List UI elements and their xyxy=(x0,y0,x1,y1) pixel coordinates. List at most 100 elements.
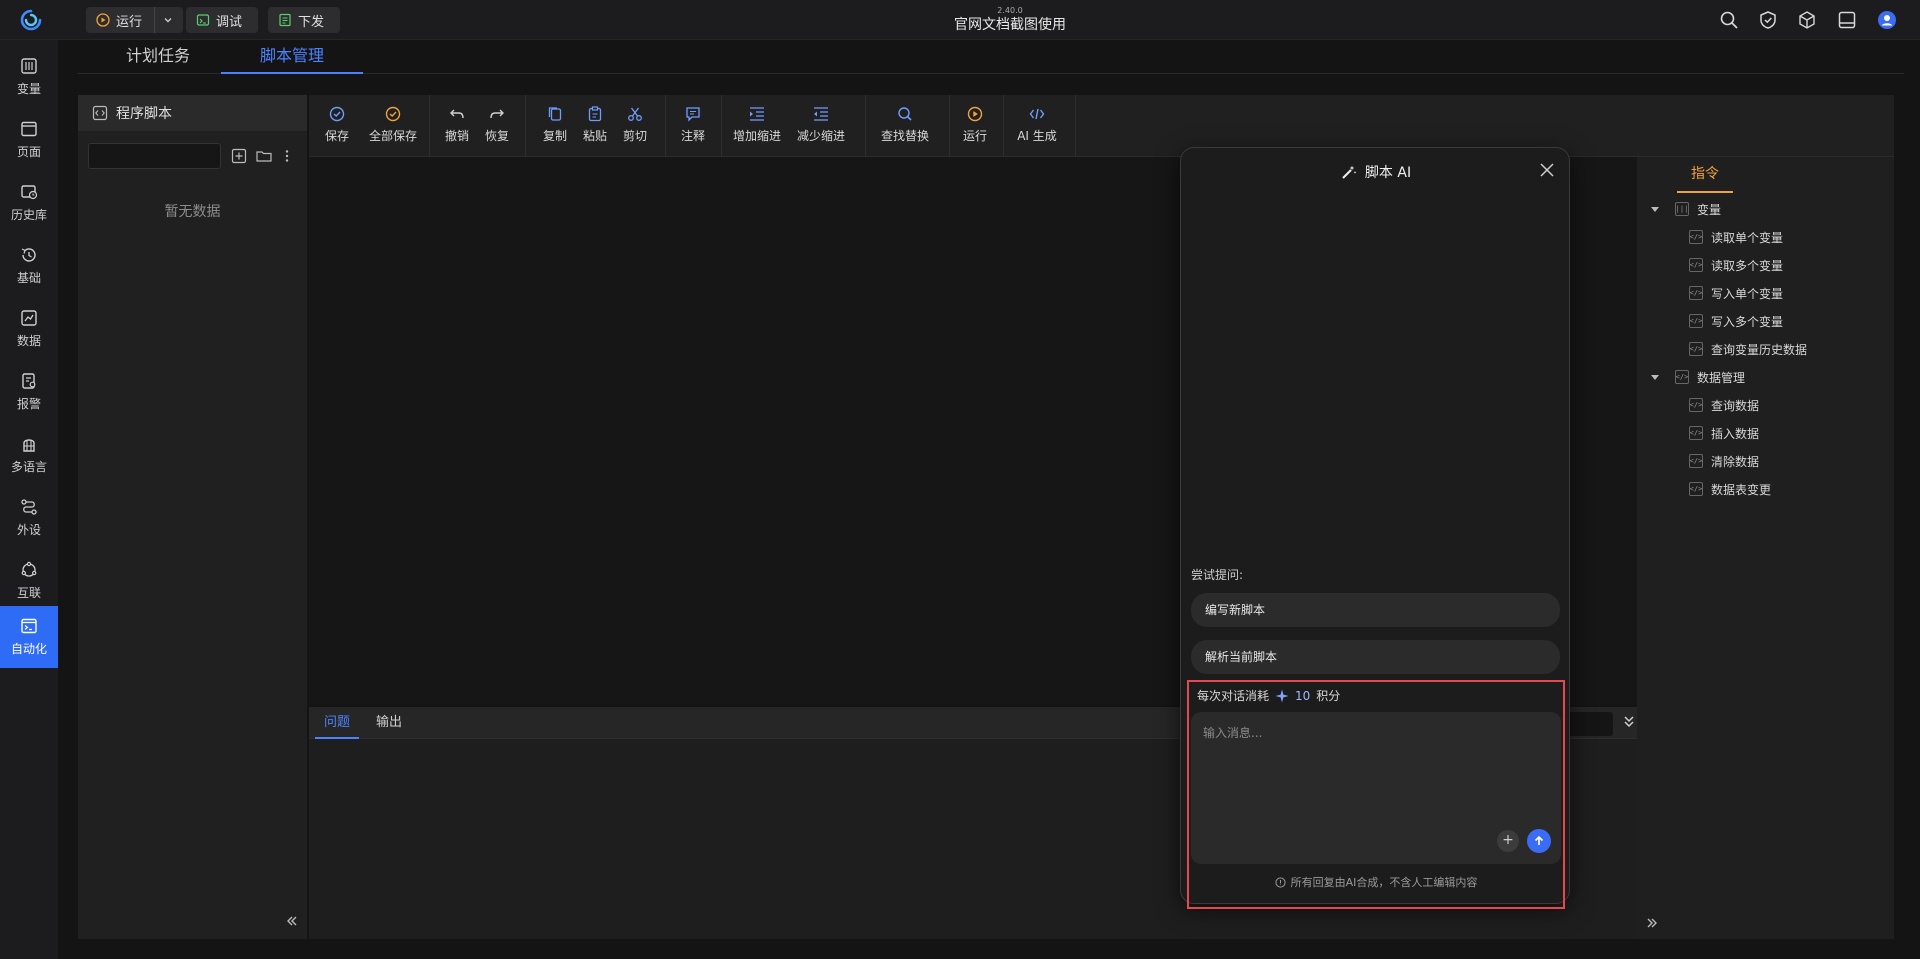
find-replace-button[interactable]: 查找替换 xyxy=(875,105,935,144)
comment-label: 注释 xyxy=(680,129,705,143)
ai-generate-button[interactable]: AI 生成 xyxy=(1009,105,1065,144)
command-item[interactable]: </> 数据表变更 xyxy=(1689,479,1771,499)
command-item[interactable]: </> 查询变量历史数据 xyxy=(1689,339,1807,359)
nav-label: 历史库 xyxy=(10,208,47,222)
nav-item-variables[interactable]: 变量 xyxy=(0,46,58,108)
redo-button[interactable]: 恢复 xyxy=(473,105,521,144)
add-script-icon[interactable] xyxy=(230,147,248,165)
command-label: 读取单个变量 xyxy=(1711,230,1784,245)
panel-layout-icon[interactable] xyxy=(1837,10,1857,30)
command-item[interactable]: </> 插入数据 xyxy=(1689,423,1759,443)
nav-item-language[interactable]: 多语言 xyxy=(0,424,58,486)
magic-wand-icon xyxy=(1341,164,1357,180)
indent-button[interactable]: 增加缩进 xyxy=(727,105,787,144)
ai-code-icon xyxy=(1028,105,1046,123)
message-input-box[interactable]: 输入消息... + xyxy=(1191,712,1561,864)
command-item[interactable]: </> 读取单个变量 xyxy=(1689,227,1783,247)
cost-value: 10 xyxy=(1295,688,1311,703)
toolbar-divider xyxy=(429,95,430,157)
nav-item-data[interactable]: 数据 xyxy=(0,298,58,360)
user-avatar-icon[interactable] xyxy=(1877,10,1897,30)
expand-right-icon[interactable] xyxy=(1643,914,1661,932)
nav-item-automation[interactable]: 自动化 xyxy=(0,606,58,668)
collapse-left-icon[interactable] xyxy=(283,912,301,930)
toolbar-divider xyxy=(721,95,722,157)
ai-disclaimer: 所有回复由AI合成，不含人工编辑内容 xyxy=(1181,874,1571,890)
caret-down-icon xyxy=(1651,374,1659,380)
group-label: 数据管理 xyxy=(1697,370,1746,385)
command-label: 清除数据 xyxy=(1711,454,1760,469)
suggestion-analyze-current-script[interactable]: 解析当前脚本 xyxy=(1191,640,1560,674)
command-group-variables[interactable]: ||| 变量 xyxy=(1651,199,1721,219)
tab-problems[interactable]: 问题 xyxy=(315,707,359,739)
history-db-icon xyxy=(20,183,38,201)
shield-check-icon[interactable] xyxy=(1758,10,1778,30)
command-item[interactable]: </> 读取多个变量 xyxy=(1689,255,1783,275)
play-circle-icon xyxy=(966,105,984,123)
caret-down-icon xyxy=(1651,206,1659,212)
undo-label: 撤销 xyxy=(444,129,469,143)
command-group-data-management[interactable]: </> 数据管理 xyxy=(1651,367,1745,387)
save-label: 保存 xyxy=(324,129,349,143)
save-all-icon xyxy=(384,105,402,123)
toolbar-divider xyxy=(1075,95,1076,157)
peripheral-icon xyxy=(20,498,38,516)
cut-button[interactable]: 剪切 xyxy=(611,105,659,144)
folder-icon[interactable] xyxy=(255,147,273,165)
comment-icon xyxy=(684,105,702,123)
arrow-up-icon xyxy=(1533,835,1545,847)
save-all-button[interactable]: 全部保存 xyxy=(363,105,423,144)
outdent-icon xyxy=(812,105,830,123)
nav-item-basic[interactable]: 基础 xyxy=(0,235,58,297)
run-script-button[interactable]: 运行 xyxy=(951,105,999,144)
script-search-input[interactable] xyxy=(88,143,221,169)
add-attachment-button[interactable]: + xyxy=(1497,830,1519,852)
outdent-label: 减少缩进 xyxy=(796,129,845,143)
code-icon: </> xyxy=(1689,230,1703,244)
nav-label: 自动化 xyxy=(10,642,47,656)
command-item[interactable]: </> 写入单个变量 xyxy=(1689,283,1783,303)
outdent-button[interactable]: 减少缩进 xyxy=(791,105,851,144)
save-icon xyxy=(328,105,346,123)
command-item[interactable]: </> 清除数据 xyxy=(1689,451,1759,471)
code-icon xyxy=(92,105,108,121)
toolbar-divider xyxy=(865,95,866,157)
nav-item-pages[interactable]: 页面 xyxy=(0,109,58,171)
code-icon: </> xyxy=(1689,314,1703,328)
nav-item-alarm[interactable]: 报警 xyxy=(0,361,58,423)
tab-script-management[interactable]: 脚本管理 xyxy=(221,40,363,74)
command-item[interactable]: </> 写入多个变量 xyxy=(1689,311,1783,331)
save-button[interactable]: 保存 xyxy=(313,105,361,144)
comment-button[interactable]: 注释 xyxy=(669,105,717,144)
nav-item-peripheral[interactable]: 外设 xyxy=(0,487,58,549)
nav-item-history-db[interactable]: 历史库 xyxy=(0,172,58,234)
toolbar-divider xyxy=(665,95,666,157)
tab-scheduled-tasks[interactable]: 计划任务 xyxy=(87,40,229,74)
send-button[interactable] xyxy=(1527,829,1551,853)
tab-commands[interactable]: 指令 xyxy=(1677,157,1733,193)
cut-label: 剪切 xyxy=(622,129,647,143)
toolbar-divider xyxy=(949,95,950,157)
chevron-double-down-icon[interactable] xyxy=(1620,713,1638,731)
command-label: 数据表变更 xyxy=(1711,482,1772,497)
cost-prefix: 每次对话消耗 xyxy=(1197,689,1270,703)
language-icon xyxy=(20,435,38,453)
box-icon[interactable] xyxy=(1797,10,1817,30)
code-icon: </> xyxy=(1675,370,1689,384)
cost-suffix: 积分 xyxy=(1316,689,1341,703)
tab-output[interactable]: 输出 xyxy=(367,707,411,739)
nav-item-interconnect[interactable]: 互联 xyxy=(0,550,58,612)
group-label: 变量 xyxy=(1697,202,1722,217)
suggestion-write-new-script[interactable]: 编写新脚本 xyxy=(1191,593,1560,627)
alarm-icon xyxy=(20,372,38,390)
script-panel-header: 程序脚本 xyxy=(78,95,307,131)
empty-state-text: 暂无数据 xyxy=(164,204,221,220)
close-icon[interactable] xyxy=(1539,162,1555,178)
command-label: 插入数据 xyxy=(1711,426,1760,441)
search-icon[interactable] xyxy=(1719,10,1739,30)
more-vertical-icon[interactable] xyxy=(278,147,296,165)
interconnect-icon xyxy=(20,561,38,579)
command-item[interactable]: </> 查询数据 xyxy=(1689,395,1759,415)
command-label: 查询变量历史数据 xyxy=(1711,342,1808,357)
script-panel-title: 程序脚本 xyxy=(116,106,172,122)
